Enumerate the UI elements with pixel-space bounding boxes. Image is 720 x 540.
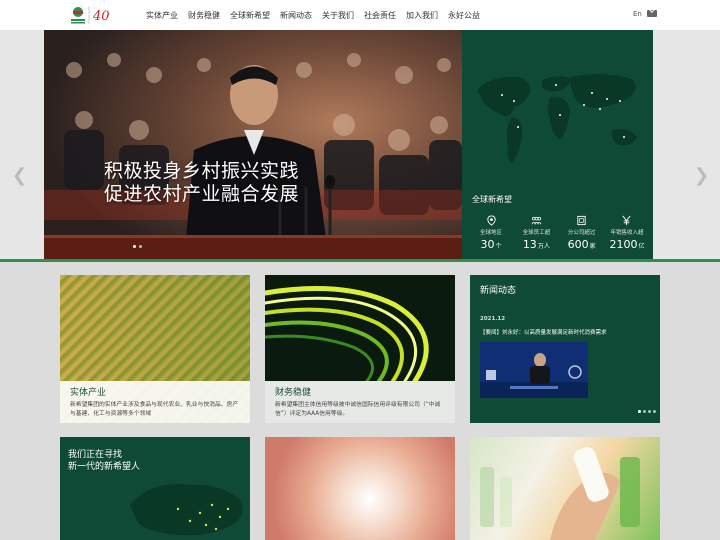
news-headline[interactable]: 【要闻】刘永好：以高质量发展满足新时代消费需求 (480, 328, 607, 336)
anniversary-badge: 40 (92, 9, 110, 24)
nav-item-global[interactable]: 全球新希望 (230, 10, 270, 21)
card-recruit[interactable]: 我们正在寻找 新一代的新希望人 (60, 437, 250, 540)
news-carousel-dots (638, 410, 656, 413)
nav-item-about[interactable]: 关于我们 (322, 10, 354, 21)
recruit-title-line2: 新一代的新希望人 (68, 462, 141, 472)
stat-revenue: 年销售收入超 2100亿 (606, 215, 648, 251)
news-dot[interactable] (643, 410, 646, 413)
stat-label: 年销售收入超 (610, 230, 644, 236)
stat-label: 全球地区 (479, 230, 502, 236)
company-logo[interactable]: 40 (68, 4, 120, 26)
carousel-dot[interactable] (139, 245, 142, 248)
main-nav: 实体产业 财务稳健 全球新希望 新闻动态 关于我们 社会责任 加入我们 永好公益 (146, 0, 490, 30)
hero-title-line1: 积极投身乡村振兴实践 (104, 160, 300, 182)
world-map-icon (477, 73, 637, 163)
nav-item-industry[interactable]: 实体产业 (146, 10, 178, 21)
content-grid: 实体产业 新希望集团的实体产业涉及食品与现代农业、乳业与快消品、房产与基建、化工… (0, 262, 720, 540)
card-info: 财务稳健 新希望集团主体信用等级被中诚信国际信用评级有限公司（“中诚信”）评定为… (265, 381, 455, 423)
china-map-icon (130, 484, 243, 536)
nav-item-finance[interactable]: 财务稳健 (188, 10, 220, 21)
card-title: 实体产业 (70, 388, 107, 398)
stat-value: 13万人 (522, 238, 550, 251)
recruit-title-line1: 我们正在寻找 (68, 450, 123, 460)
nav-item-charity[interactable]: 永好公益 (448, 10, 480, 21)
recruit-title: 我们正在寻找 新一代的新希望人 (68, 449, 140, 473)
carousel-dot[interactable] (133, 245, 136, 248)
stat-value: 2100亿 (609, 238, 645, 251)
news-title: 新闻动态 (480, 286, 517, 296)
news-dot[interactable] (638, 410, 641, 413)
stat-label: 全球员工超 (522, 230, 551, 236)
stat-employees: 全球员工超 13万人 (515, 215, 557, 251)
card-text: 新希望集团的实体产业涉及食品与现代农业、乳业与快消品、房产与基建、化工与资源等多… (70, 402, 239, 417)
yen-icon (622, 215, 632, 226)
news-dot[interactable] (648, 410, 651, 413)
global-panel-title: 全球新希望 (472, 195, 512, 204)
stat-regions: 全球地区 30个 (470, 215, 512, 251)
building-icon (577, 215, 586, 226)
stat-branches: 分公司超过 600家 (561, 215, 603, 251)
card-finance[interactable]: 财务稳健 新希望集团主体信用等级被中诚信国际信用评级有限公司（“中诚信”）评定为… (265, 275, 455, 423)
news-dot[interactable] (653, 410, 656, 413)
mail-icon[interactable] (647, 10, 657, 17)
card-lab-photo[interactable] (470, 437, 660, 540)
stat-label: 分公司超过 (567, 230, 596, 236)
card-news[interactable]: 新闻动态 2021.12 【要闻】刘永好：以高质量发展满足新时代消费需求 (470, 275, 660, 423)
hero-photo: 积极投身乡村振兴实践 促进农村产业融合发展 (44, 30, 462, 260)
news-date: 2021.12 (480, 316, 506, 322)
card-info: 实体产业 新希望集团的实体产业涉及食品与现代农业、乳业与快消品、房产与基建、化工… (60, 381, 250, 423)
nav-item-news[interactable]: 新闻动态 (280, 10, 312, 21)
hero-title-line2: 促进农村产业融合发展 (104, 183, 300, 205)
card-title: 财务稳健 (275, 388, 312, 398)
page: 40 实体产业 财务稳健 全球新希望 新闻动态 关于我们 社会责任 加入我们 永… (0, 0, 720, 540)
card-text: 新希望集团主体信用等级被中诚信国际信用评级有限公司（“中诚信”）评定为AAA信用… (275, 402, 441, 417)
location-pin-icon (486, 215, 496, 226)
conference-photo (44, 30, 462, 260)
nav-item-responsibility[interactable]: 社会责任 (364, 10, 396, 21)
light-trails-photo (265, 275, 455, 381)
carousel-dots (133, 245, 142, 248)
carousel-next-arrow[interactable]: ❯ (694, 166, 709, 186)
card-industry[interactable]: 实体产业 新希望集团的实体产业涉及食品与现代农业、乳业与快消品、房产与基建、化工… (60, 275, 250, 423)
people-icon (531, 216, 542, 225)
language-switch[interactable]: En (633, 10, 642, 18)
lab-photo (480, 447, 640, 540)
hero-title: 积极投身乡村振兴实践 促进农村产业融合发展 (104, 160, 299, 206)
stat-value: 600家 (567, 238, 596, 251)
top-header: 40 实体产业 财务稳健 全球新希望 新闻动态 关于我们 社会责任 加入我们 永… (0, 0, 720, 30)
stats-row: 全球地区 30个 全球员工超 13万人 分公司超过 600家 年销售收入超 21… (470, 215, 648, 251)
card-hands-photo[interactable] (265, 437, 455, 540)
stat-value: 30个 (480, 238, 502, 251)
nav-item-join[interactable]: 加入我们 (406, 10, 438, 21)
carousel-prev-arrow[interactable]: ❮ (12, 166, 27, 186)
news-thumbnail[interactable] (480, 342, 588, 398)
global-panel[interactable]: 全球新希望 全球地区 30个 全球员工超 13万人 分公司超过 600家 年销售… (462, 30, 653, 260)
